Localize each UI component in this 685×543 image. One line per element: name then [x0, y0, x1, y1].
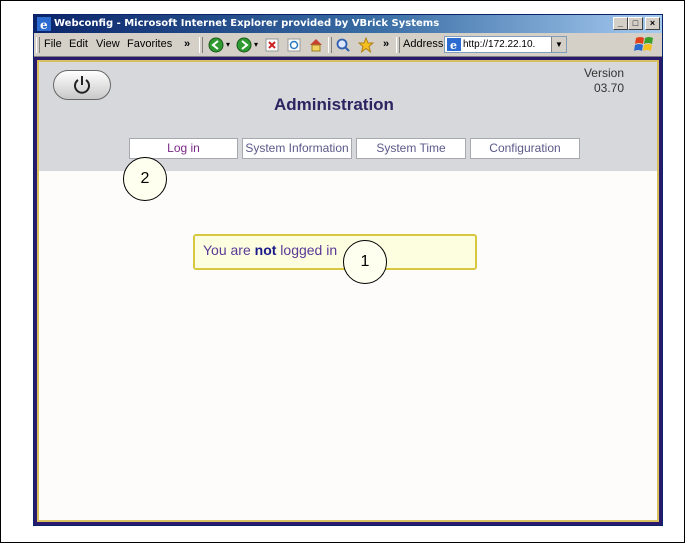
forward-icon[interactable]: [236, 37, 252, 53]
toolbar-grip[interactable]: [199, 37, 203, 53]
page-frame: Administration Version 03.70 Log in Syst…: [37, 60, 659, 522]
favorites-star-icon[interactable]: [358, 37, 374, 53]
svg-text:e: e: [40, 18, 48, 31]
search-icon[interactable]: [335, 37, 351, 53]
power-button[interactable]: [53, 70, 111, 100]
forward-dropdown-icon[interactable]: ▾: [254, 40, 258, 49]
windows-logo-icon: [634, 37, 653, 51]
back-icon[interactable]: [208, 37, 224, 53]
message-bold: not: [254, 242, 277, 258]
close-button[interactable]: ×: [645, 17, 660, 30]
menu-view[interactable]: View: [96, 38, 120, 50]
menu-edit[interactable]: Edit: [69, 38, 88, 50]
toolbar-grip[interactable]: [36, 37, 40, 53]
home-icon[interactable]: [308, 37, 324, 53]
page-title: Administration: [274, 95, 394, 114]
power-icon: [74, 76, 90, 94]
tab-system-information[interactable]: System Information: [242, 138, 352, 159]
window-title: Webconfig - Microsoft Internet Explorer …: [54, 18, 440, 29]
title-bar: e Webconfig - Microsoft Internet Explore…: [34, 15, 662, 33]
version-label: Version: [583, 66, 624, 80]
callout-1: 1: [343, 240, 387, 284]
toolbar-chevron[interactable]: »: [383, 38, 389, 50]
page-icon: e: [447, 38, 461, 51]
menu-file[interactable]: File: [44, 38, 62, 50]
address-url: http://172.22.10.: [463, 39, 536, 50]
message-suffix: logged in: [276, 242, 338, 258]
stop-icon[interactable]: [264, 37, 280, 53]
toolbar-grip[interactable]: [396, 37, 400, 53]
page-content: Administration Version 03.70 Log in Syst…: [34, 57, 662, 525]
tab-system-time[interactable]: System Time: [356, 138, 466, 159]
tab-configuration[interactable]: Configuration: [470, 138, 580, 159]
login-status-message: You are not logged in: [193, 234, 477, 270]
message-prefix: You are: [203, 242, 255, 258]
menu-toolbar: File Edit View Favorites » ▾ ▾ » Address…: [34, 34, 662, 57]
version-info: Version 03.70: [574, 66, 624, 96]
menu-chevron[interactable]: »: [184, 38, 190, 50]
ie-logo-icon: e: [37, 17, 51, 31]
menu-favorites[interactable]: Favorites: [127, 38, 172, 50]
address-label: Address: [403, 38, 444, 50]
toolbar-grip[interactable]: [328, 37, 332, 53]
tab-log-in[interactable]: Log in: [129, 138, 238, 159]
svg-text:e: e: [450, 39, 457, 51]
refresh-icon[interactable]: [286, 37, 302, 53]
address-input[interactable]: e http://172.22.10. ▼: [444, 36, 567, 53]
maximize-button[interactable]: □: [628, 17, 643, 30]
admin-header: Administration Version 03.70 Log in Syst…: [39, 62, 657, 171]
version-number: 03.70: [593, 81, 624, 95]
callout-2: 2: [123, 157, 167, 201]
minimize-button[interactable]: _: [613, 17, 628, 30]
back-dropdown-icon[interactable]: ▾: [226, 40, 230, 49]
address-dropdown-icon[interactable]: ▼: [551, 37, 566, 52]
